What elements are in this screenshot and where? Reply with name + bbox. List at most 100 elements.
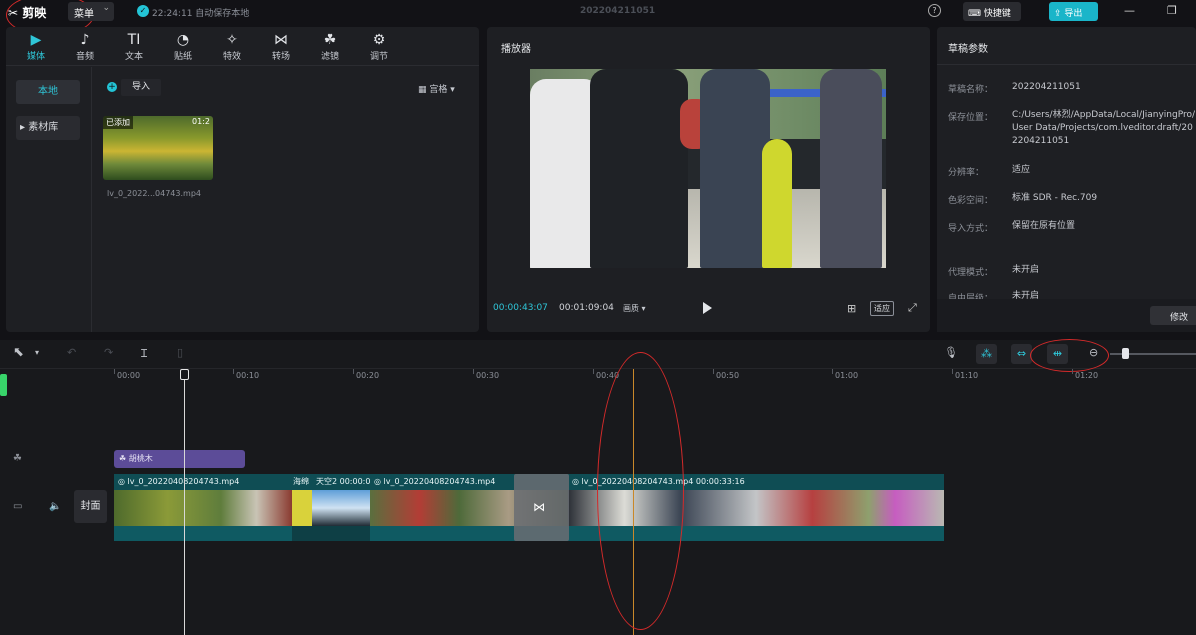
delete-icon[interactable]: ▯ (177, 346, 183, 359)
filter-clip-label: 胡桃木 (128, 454, 153, 463)
play-icon[interactable] (703, 302, 712, 314)
video-segment[interactable]: ◎ lv_0_20220408204743.mp4 (114, 474, 292, 541)
param-label: 代理模式： (948, 268, 994, 278)
microphone-icon[interactable]: 🎙 (944, 346, 958, 359)
select-cursor-icon[interactable]: ⬉ (13, 345, 24, 360)
clip-filename: lv_0_2022...04743.mp4 (107, 189, 201, 198)
shortcut-button[interactable]: ⌨ 快捷键 (963, 2, 1021, 21)
param-label: 分辨率： (948, 168, 985, 178)
ruler-label: 00:50 (716, 371, 740, 380)
segment-frames (292, 490, 312, 526)
ruler-label: 00:00 (117, 371, 141, 380)
audio-icon: ♪ (80, 32, 90, 48)
ruler-label: 01:00 (835, 371, 859, 380)
magnet-snap-icon[interactable]: ⁂ (976, 344, 997, 364)
annotation-circle-timeline (597, 352, 684, 630)
sidebar-item-local[interactable]: 本地 (16, 80, 80, 104)
media-clip-thumbnail[interactable]: 已添加 01:2 (103, 116, 213, 180)
tab-sticker[interactable]: ◔ 贴纸 (163, 31, 203, 65)
quality-dropdown[interactable]: 画质 ▾ (623, 303, 646, 314)
view-toggle[interactable]: ▦ 宫格 ▾ (418, 82, 455, 95)
player-title: 播放器 (501, 44, 531, 55)
ruler-tick (233, 369, 234, 374)
param-label: 导入方式： (948, 224, 994, 234)
maximize-icon[interactable]: ❐ (1167, 4, 1177, 17)
modify-button[interactable]: 修改 (1150, 306, 1196, 325)
zoom-slider-handle[interactable] (1122, 348, 1129, 359)
menu-label: 菜单 (74, 9, 94, 20)
help-icon[interactable]: ? (928, 4, 941, 17)
autosave-status: 22:24:11 自动保存本地 (152, 9, 250, 19)
tab-label: 贴纸 (173, 52, 192, 62)
fullscreen-icon[interactable]: ⤢ (908, 301, 917, 315)
project-title: 202204211051 (580, 6, 656, 16)
tab-adjust[interactable]: ⚙ 调节 (359, 31, 399, 65)
volume-icon[interactable]: 🔈 (49, 501, 61, 512)
check-icon: ✓ (137, 5, 149, 17)
ruler-tick (713, 369, 714, 374)
current-time: 00:00:43:07 (493, 303, 548, 313)
param-value: 未开启 (1012, 265, 1040, 275)
filter-clip[interactable]: ☘ 胡桃木 (114, 450, 245, 468)
tab-text[interactable]: TI 文本 (114, 31, 154, 65)
param-label: 草稿名称： (948, 85, 994, 95)
media-icon: ▶ (30, 32, 42, 48)
keyboard-icon: ⌨ (968, 9, 981, 19)
tab-audio[interactable]: ♪ 音频 (65, 31, 105, 65)
tab-media[interactable]: ▶ 媒体 (16, 31, 56, 65)
plus-icon[interactable]: + (107, 82, 117, 92)
redo-icon[interactable]: ↷ (104, 346, 113, 359)
sidebar-item-library[interactable]: ▸ 素材库 (16, 116, 80, 140)
param-label: 自由层级： (948, 294, 994, 299)
tab-transition[interactable]: ⋈ 转场 (261, 31, 301, 65)
text-icon: TI (127, 32, 141, 48)
param-label: 色彩空间： (948, 196, 994, 206)
tab-filter[interactable]: ☘ 滤镜 (310, 31, 350, 65)
transition-bowtie-icon: ⋈ (533, 500, 545, 514)
ruler-tick (1072, 369, 1073, 374)
audio-waveform (114, 526, 292, 541)
menu-button[interactable]: 菜单 ⌄ (68, 2, 114, 21)
effects-icon: ✧ (226, 32, 238, 48)
export-button[interactable]: ⇪ 导出 (1049, 2, 1098, 21)
param-value: 标准 SDR - Rec.709 (1012, 193, 1098, 203)
playhead-handle[interactable] (180, 369, 189, 380)
export-icon: ⇪ (1054, 9, 1062, 19)
segment-frames (312, 490, 370, 526)
cover-button[interactable]: 封面 (74, 490, 107, 523)
video-person (762, 139, 792, 268)
param-value: 适应 (1012, 165, 1031, 175)
waveform-icon[interactable]: ⊞ (847, 302, 856, 315)
undo-icon[interactable]: ↶ (67, 346, 76, 359)
media-tabbar: ▶ 媒体 ♪ 音频 TI 文本 ◔ 贴纸 ✧ 特效 ⋈ 转场 ☘ 滤镜 ⚙ 调节 (6, 27, 479, 66)
ruler-label: 00:30 (476, 371, 500, 380)
ruler-tick (952, 369, 953, 374)
aspect-fit-button[interactable]: 适应 (870, 301, 894, 316)
sticker-icon: ◔ (176, 32, 190, 48)
minimize-icon[interactable]: — (1124, 4, 1135, 17)
tab-label: 转场 (271, 52, 290, 62)
tab-label: 文本 (124, 52, 143, 62)
video-preview[interactable] (530, 69, 886, 268)
tab-label: 特效 (222, 52, 241, 62)
ruler-label: 01:10 (955, 371, 979, 380)
ruler-label: 00:20 (356, 371, 380, 380)
tab-label: 媒体 (26, 52, 45, 62)
video-segment[interactable]: 天空2 00:00:06 (312, 474, 370, 541)
track-indicator (0, 374, 7, 396)
ruler-label: 01:20 (1075, 371, 1099, 380)
segment-frames (114, 490, 292, 526)
link-icon[interactable]: ⇔ (1011, 344, 1032, 364)
chevron-down-icon[interactable]: ▾ (35, 348, 39, 357)
tab-effects[interactable]: ✧ 特效 (212, 31, 252, 65)
audio-waveform (292, 526, 312, 541)
title-bar: ✂ 剪映 菜单 ⌄ ✓ 22:24:11 自动保存本地 202204211051 … (0, 0, 1196, 36)
sidebar-item-label: 素材库 (28, 122, 59, 133)
playhead-line[interactable] (184, 369, 185, 635)
video-segment[interactable]: 海绵 (292, 474, 312, 541)
ruler-tick (353, 369, 354, 374)
import-button[interactable]: 导入 (121, 79, 161, 96)
param-value: 未开启 (1012, 291, 1040, 299)
chevron-down-icon: ⌄ (102, 3, 110, 13)
split-icon[interactable]: Ɪ (141, 346, 147, 361)
